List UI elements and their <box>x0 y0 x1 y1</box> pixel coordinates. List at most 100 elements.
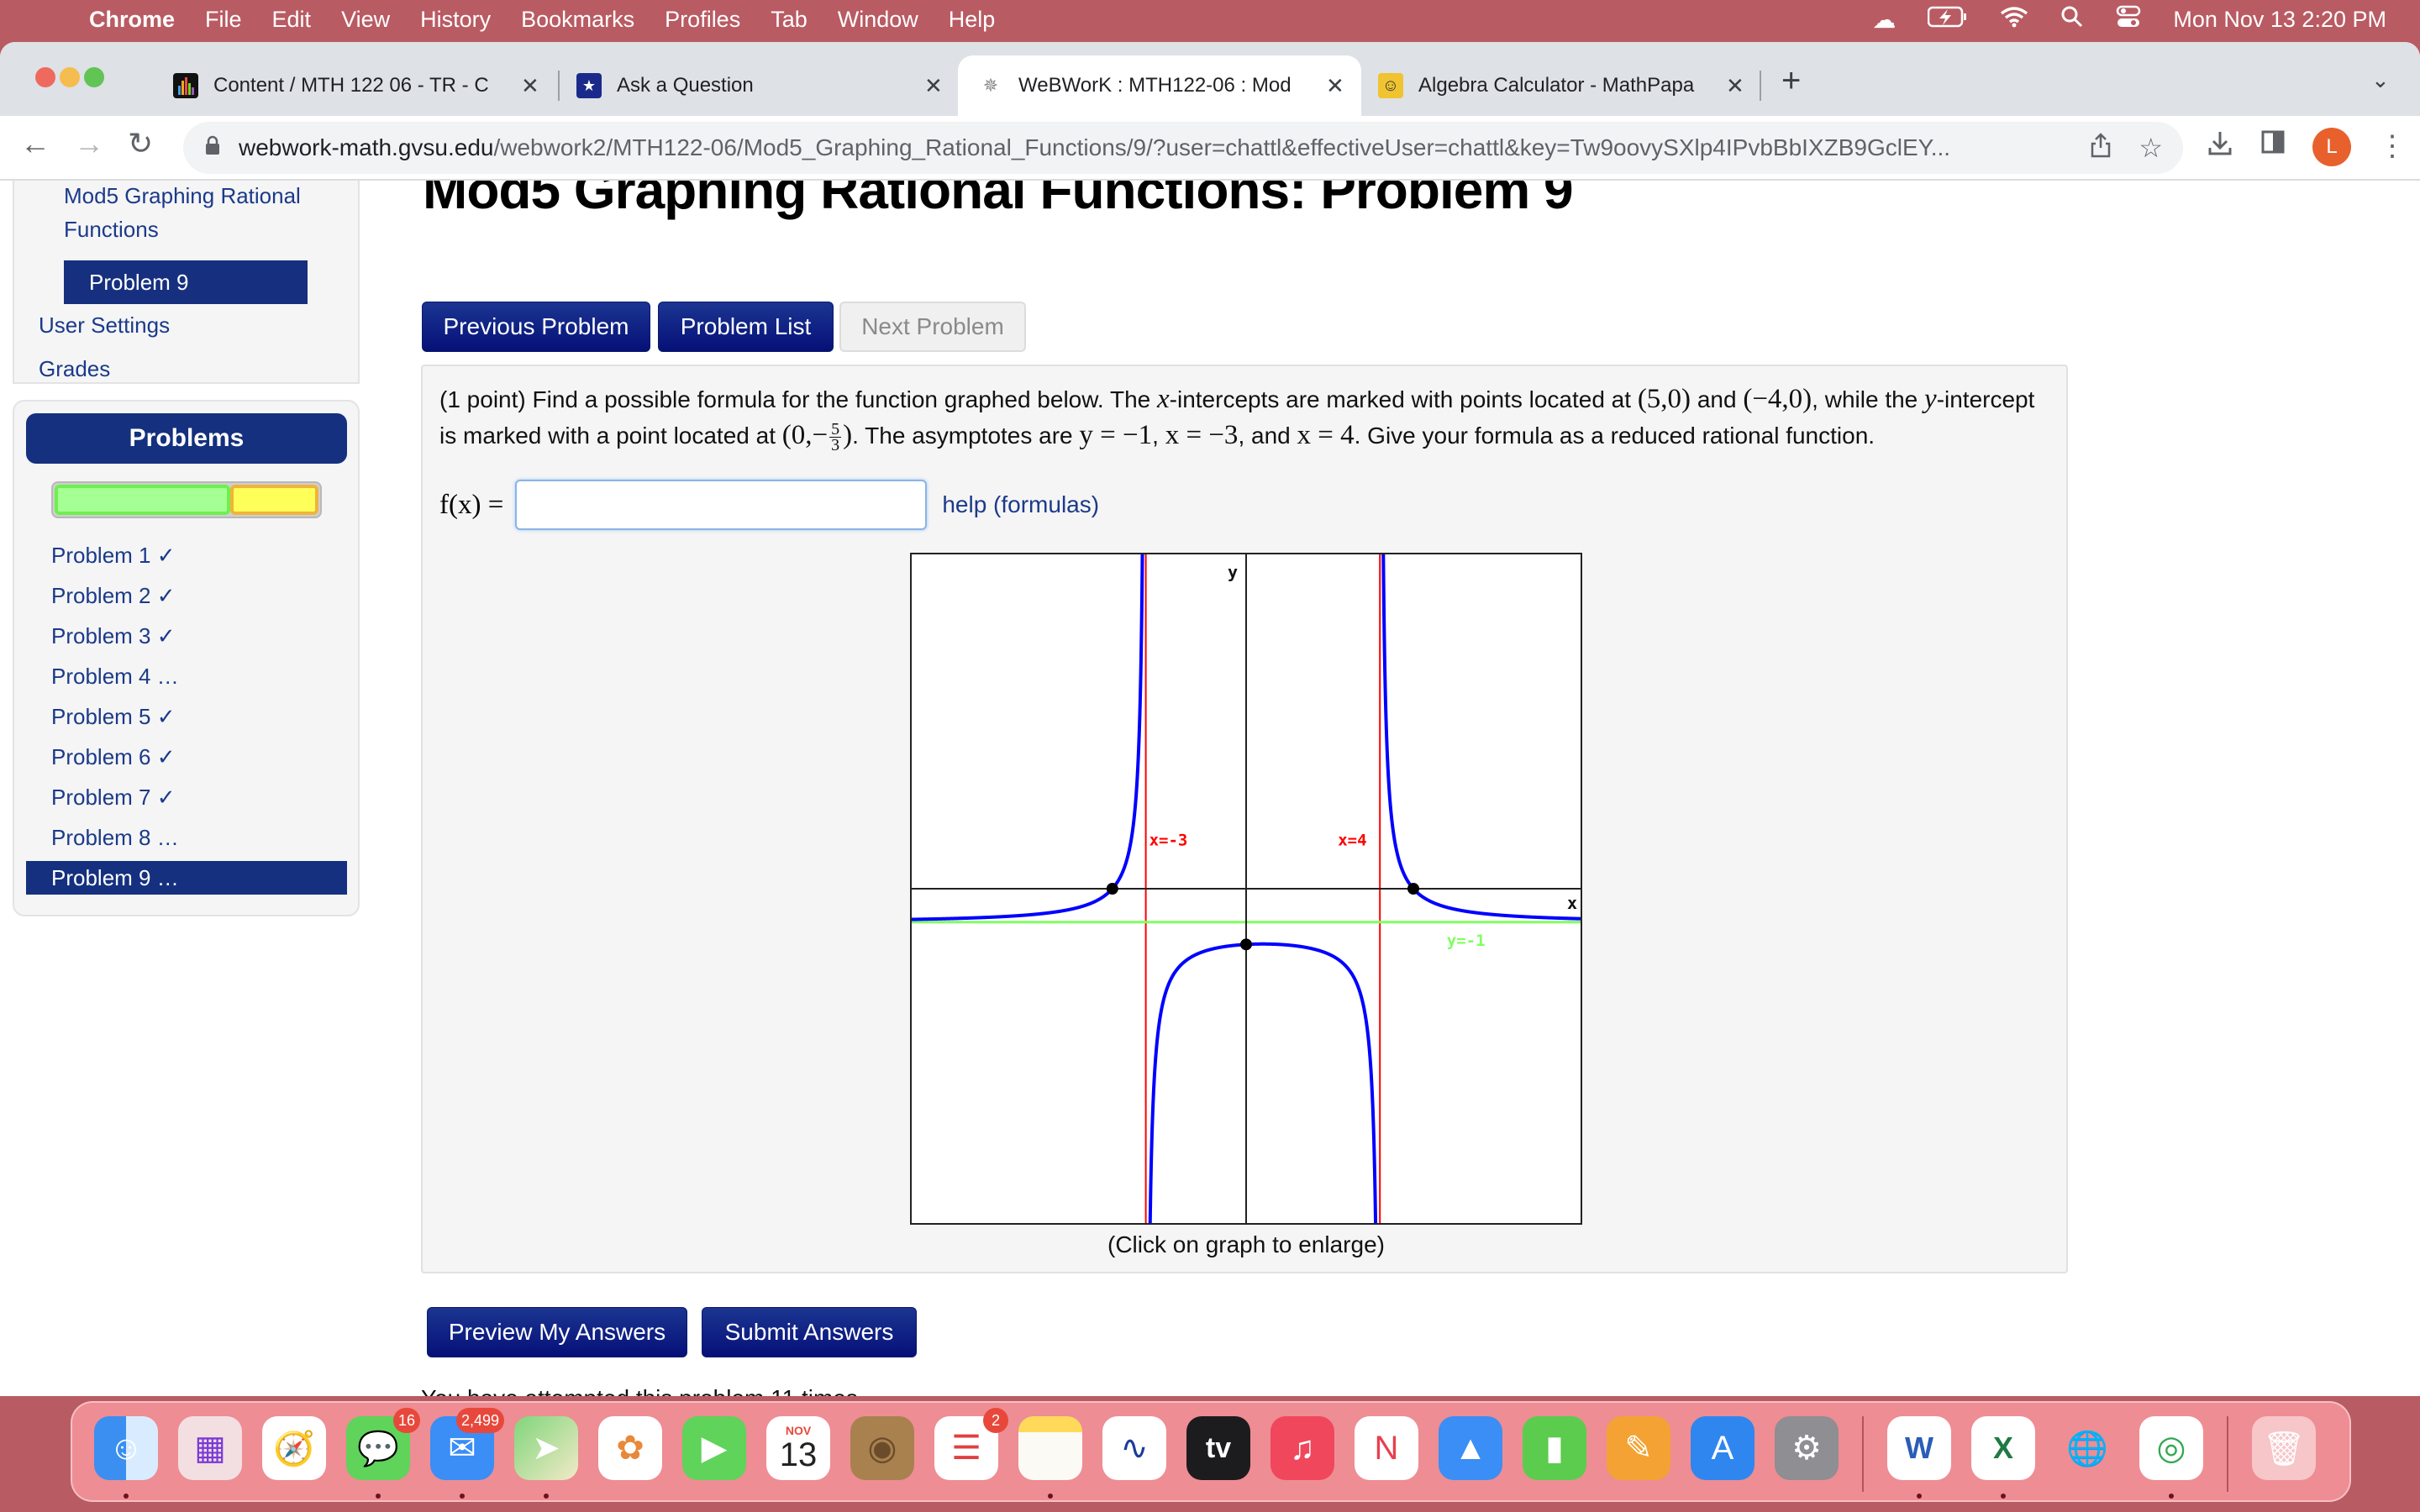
problem-list-item-5[interactable]: Problem 5 ✓ <box>51 700 176 733</box>
dock-launchpad-icon[interactable]: ▦ <box>178 1416 242 1480</box>
function-graph[interactable]: x y x=-3 x=4 y=-1 <box>910 519 1582 1258</box>
dock-notes-icon[interactable] <box>1018 1416 1082 1480</box>
wifi-icon[interactable] <box>2000 6 2028 34</box>
dock-news-icon[interactable]: N <box>1355 1416 1418 1480</box>
window-close-button[interactable] <box>35 67 55 87</box>
problem-list-button[interactable]: Problem List <box>658 302 834 352</box>
reload-icon[interactable]: ↻ <box>128 126 153 161</box>
tab-search-chevron-icon[interactable]: ⌄ <box>2371 67 2390 93</box>
menu-profiles[interactable]: Profiles <box>665 7 740 33</box>
control-center-icon[interactable] <box>2116 5 2141 34</box>
menu-view[interactable]: View <box>341 7 390 33</box>
dock-mail-icon[interactable]: ✉ 2,499 <box>430 1408 504 1480</box>
dock-pages-icon[interactable]: ✎ <box>1607 1416 1670 1480</box>
spotlight-search-icon[interactable] <box>2060 5 2084 34</box>
dock-network-utility-icon[interactable]: 🌐 <box>2055 1416 2119 1480</box>
new-tab-button[interactable]: + <box>1781 62 1801 100</box>
url-host: webwork-math.gvsu.edu <box>239 134 494 160</box>
tab-close-icon[interactable]: ✕ <box>1726 73 1744 99</box>
tab-ask-a-question[interactable]: ★ Ask a Question ✕ <box>576 55 955 116</box>
menu-window[interactable]: Window <box>838 7 918 33</box>
menu-app-name[interactable]: Chrome <box>89 7 175 33</box>
problem-statement: (1 point) Find a possible formula for th… <box>439 381 2053 454</box>
dock-reminders-icon[interactable]: ☰ 2 <box>934 1408 1008 1480</box>
math-var-x: x <box>1157 384 1170 414</box>
problem-list-item-1[interactable]: Problem 1 ✓ <box>51 538 176 572</box>
dock-messages-icon[interactable]: 💬 16 <box>346 1408 420 1480</box>
problem-list-item-6[interactable]: Problem 6 ✓ <box>51 740 176 774</box>
calendar-day: 13 <box>779 1436 818 1473</box>
dock-trash-icon[interactable]: 🗑 <box>2252 1416 2316 1480</box>
tab-close-icon[interactable]: ✕ <box>521 73 539 99</box>
dock-contacts-icon[interactable]: ◉ <box>850 1416 914 1480</box>
sidebar-user-settings[interactable]: User Settings <box>39 308 170 342</box>
function-curve-branch <box>912 519 1146 921</box>
preview-answers-button[interactable]: Preview My Answers <box>427 1307 687 1357</box>
tab-separator <box>1760 71 1761 101</box>
dock-apple-tv-icon[interactable]: tv <box>1186 1416 1250 1480</box>
dock-photos-icon[interactable]: ✿ <box>598 1416 662 1480</box>
tab-close-icon[interactable]: ✕ <box>924 73 943 99</box>
menu-edit[interactable]: Edit <box>272 7 312 33</box>
chrome-menu-kebab-icon[interactable]: ⋮ <box>2378 129 2407 163</box>
lock-icon[interactable] <box>205 135 220 160</box>
window-zoom-button[interactable] <box>84 67 104 87</box>
back-arrow-icon[interactable]: ← <box>20 126 50 161</box>
previous-problem-button[interactable]: Previous Problem <box>422 302 650 352</box>
creative-cloud-icon[interactable]: ☁ <box>1872 6 1896 34</box>
dock-calendar-icon[interactable]: NOV 13 <box>766 1416 830 1480</box>
url-text[interactable]: webwork-math.gvsu.edu/webwork2/MTH122-06… <box>239 134 2070 161</box>
menu-tab[interactable]: Tab <box>771 7 808 33</box>
dock-keynote-icon[interactable]: ▲ <box>1439 1416 1502 1480</box>
problem-text-segment: . Give your formula as a reduced rationa… <box>1354 423 1876 449</box>
tab-close-icon[interactable]: ✕ <box>1326 73 1344 99</box>
sidebar-grades[interactable]: Grades <box>39 352 110 386</box>
dock-maps-icon[interactable]: ➤ <box>514 1416 578 1480</box>
dock-numbers-icon[interactable]: ▮ <box>1523 1416 1586 1480</box>
side-panel-icon[interactable] <box>2260 129 2286 162</box>
tab-strip: Content / MTH 122 06 - TR - C ✕ ★ Ask a … <box>0 42 2420 116</box>
dock-facetime-icon[interactable]: ▶ <box>682 1416 746 1480</box>
dock-app-store-icon[interactable]: A <box>1691 1416 1754 1480</box>
tab-d2l-content[interactable]: Content / MTH 122 06 - TR - C ✕ <box>173 55 551 116</box>
dock-finder-icon[interactable]: ☺ <box>94 1416 158 1480</box>
dock-chrome-icon[interactable]: ◎ <box>2139 1416 2203 1480</box>
dock-safari-icon[interactable]: 🧭 <box>262 1416 326 1480</box>
bookmark-star-icon[interactable]: ☆ <box>2139 132 2163 164</box>
dock-music-icon[interactable]: ♫ <box>1270 1416 1334 1480</box>
share-icon[interactable] <box>2091 132 2111 164</box>
menu-bookmarks[interactable]: Bookmarks <box>521 7 634 33</box>
forward-arrow-icon[interactable]: → <box>74 126 104 161</box>
problem-list-item-4[interactable]: Problem 4 … <box>51 659 179 693</box>
tab-mathpapa[interactable]: ☺ Algebra Calculator - MathPapa ✕ <box>1378 55 1756 116</box>
battery-charging-icon[interactable] <box>1928 6 1968 34</box>
graph-svg: x y x=-3 x=4 y=-1 <box>912 519 1581 1258</box>
problem-list-item-2[interactable]: Problem 2 ✓ <box>51 579 176 612</box>
help-formulas-link[interactable]: help (formulas) <box>942 491 1099 518</box>
dock-excel-icon[interactable]: X <box>1971 1416 2035 1480</box>
next-problem-button[interactable]: Next Problem <box>839 302 1026 352</box>
menubar-clock[interactable]: Mon Nov 13 2:20 PM <box>2173 7 2386 33</box>
answer-input[interactable] <box>515 480 928 530</box>
address-bar[interactable]: webwork-math.gvsu.edu/webwork2/MTH122-06… <box>183 122 2183 174</box>
sidebar-set-link[interactable]: Mod5 Graphing Rational Functions <box>64 181 333 246</box>
window-minimize-button[interactable] <box>60 67 80 87</box>
problem-list-item-7[interactable]: Problem 7 ✓ <box>51 780 176 814</box>
dock-system-settings-icon[interactable]: ⚙ <box>1775 1416 1839 1480</box>
menu-help[interactable]: Help <box>949 7 996 33</box>
menu-file[interactable]: File <box>205 7 242 33</box>
problem-list-item-8[interactable]: Problem 8 … <box>51 821 179 854</box>
problem-list-item-3[interactable]: Problem 3 ✓ <box>51 619 176 653</box>
problem-text-segment: -intercepts are marked with points locat… <box>1169 386 1638 412</box>
profile-avatar[interactable]: L <box>2312 128 2351 166</box>
submit-answers-button[interactable]: Submit Answers <box>702 1307 917 1357</box>
dock-freeform-icon[interactable]: ∿ <box>1102 1416 1166 1480</box>
dock-word-icon[interactable]: W <box>1887 1416 1951 1480</box>
menu-history[interactable]: History <box>420 7 491 33</box>
problem-list-item-9[interactable]: Problem 9 … <box>26 861 347 895</box>
download-icon[interactable] <box>2207 129 2233 164</box>
sidebar-current-problem[interactable]: Problem 9 <box>64 260 308 304</box>
tab-webwork[interactable]: ✵ WeBWorK : MTH122-06 : Mod ✕ <box>958 55 1361 116</box>
answer-label: f(x) = <box>439 489 504 520</box>
page-title: Mod5 Graphing Rational Functions: Proble… <box>423 181 1574 220</box>
